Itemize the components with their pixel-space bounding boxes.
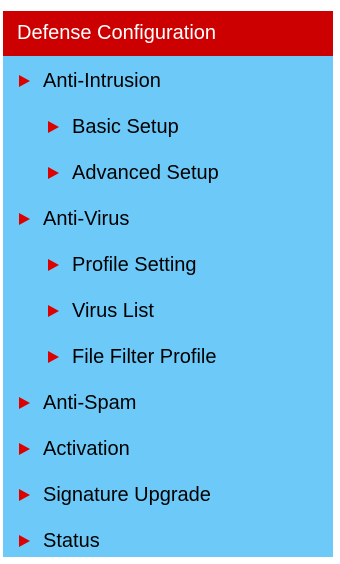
- red-arrow-icon: [19, 443, 30, 455]
- red-arrow-icon: [48, 167, 59, 179]
- menu-item-label: Profile Setting: [72, 253, 197, 276]
- menu-item-label: Anti-Intrusion: [43, 69, 161, 92]
- menu-item-basic-setup[interactable]: Basic Setup: [3, 104, 333, 150]
- menu-item-label: Activation: [43, 437, 130, 460]
- menu-item-file-filter-profile[interactable]: File Filter Profile: [3, 334, 333, 380]
- menu-item-label: Anti-Virus: [43, 207, 130, 230]
- menu-item-profile-setting[interactable]: Profile Setting: [3, 242, 333, 288]
- menu-item-label: Status: [43, 529, 100, 552]
- red-arrow-icon: [19, 75, 30, 87]
- menu-header: Defense Configuration: [3, 11, 333, 56]
- menu-list: Anti-Intrusion Basic Setup Advanced Setu…: [3, 58, 333, 564]
- red-arrow-icon: [19, 489, 30, 501]
- menu-item-advanced-setup[interactable]: Advanced Setup: [3, 150, 333, 196]
- red-arrow-icon: [19, 397, 30, 409]
- menu-item-label: File Filter Profile: [72, 345, 217, 368]
- red-arrow-icon: [48, 259, 59, 271]
- menu-item-anti-virus[interactable]: Anti-Virus: [3, 196, 333, 242]
- menu-item-label: Basic Setup: [72, 115, 179, 138]
- menu-item-label: Anti-Spam: [43, 391, 137, 414]
- menu-item-anti-spam[interactable]: Anti-Spam: [3, 380, 333, 426]
- menu-item-virus-list[interactable]: Virus List: [3, 288, 333, 334]
- red-arrow-icon: [19, 535, 30, 547]
- menu-item-label: Advanced Setup: [72, 161, 219, 184]
- menu-item-status[interactable]: Status: [3, 518, 333, 564]
- defense-config-menu: Defense Configuration Anti-Intrusion Bas…: [3, 11, 333, 557]
- menu-item-activation[interactable]: Activation: [3, 426, 333, 472]
- red-arrow-icon: [48, 121, 59, 133]
- red-arrow-icon: [48, 305, 59, 317]
- red-arrow-icon: [19, 213, 30, 225]
- red-arrow-icon: [48, 351, 59, 363]
- menu-item-label: Virus List: [72, 299, 154, 322]
- menu-item-signature-upgrade[interactable]: Signature Upgrade: [3, 472, 333, 518]
- menu-item-anti-intrusion[interactable]: Anti-Intrusion: [3, 58, 333, 104]
- menu-item-label: Signature Upgrade: [43, 483, 211, 506]
